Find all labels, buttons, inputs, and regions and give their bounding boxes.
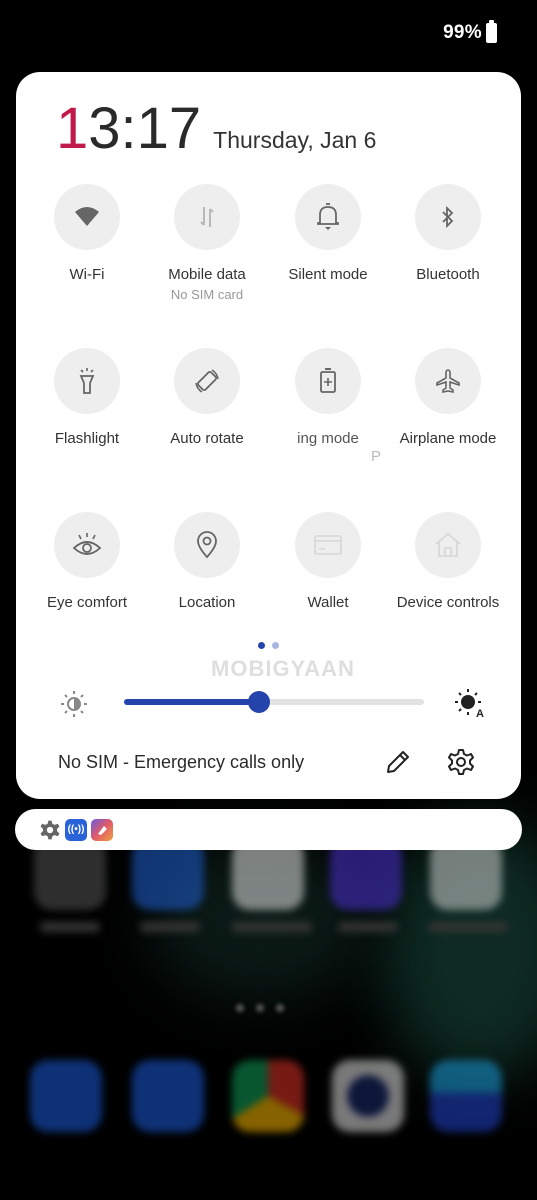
brightness-row: A	[16, 684, 521, 720]
tile-label: Device controls	[396, 594, 500, 611]
tile-wifi-button[interactable]	[54, 184, 120, 250]
home-icon	[435, 532, 461, 557]
dock-chrome	[232, 1060, 304, 1132]
tile-label: Mobile data	[168, 266, 246, 283]
sim-status: No SIM - Emergency calls only	[58, 752, 305, 772]
brightness-slider[interactable]	[124, 691, 424, 713]
tile-wifi[interactable]: Wi-Fi	[27, 184, 147, 283]
brightness-slider-thumb[interactable]	[248, 691, 270, 713]
watermark: MOBIGYAAN	[211, 656, 355, 681]
clock[interactable]: 13:17	[56, 100, 201, 158]
tile-device-controls[interactable]: Device controls	[388, 512, 508, 611]
date[interactable]: Thursday, Jan 6	[213, 127, 376, 154]
tile-label: Silent mode	[288, 266, 368, 283]
tile-wallet[interactable]: Wallet	[268, 512, 388, 611]
flashlight-icon	[79, 368, 95, 394]
tile-label: Flashlight	[54, 430, 120, 447]
location-pin-icon	[197, 531, 217, 559]
wifi-icon	[75, 207, 99, 226]
tile-silent-mode[interactable]: Silent mode	[268, 184, 388, 283]
battery-saver-icon	[320, 368, 336, 393]
tile-sublabel: No SIM card	[170, 287, 244, 302]
dock-phone	[30, 1060, 102, 1132]
settings-button[interactable]	[445, 746, 477, 778]
tile-auto-rotate[interactable]: Auto rotate	[147, 348, 267, 447]
home-page-dots	[236, 1004, 284, 1012]
tile-overflow-text: P	[371, 448, 382, 465]
tile-battery-saving-mode[interactable]: ing mode	[268, 348, 388, 447]
footer-row: No SIM - Emergency calls only	[16, 742, 521, 782]
tile-silent-mode-button[interactable]	[295, 184, 361, 250]
airplane-icon	[436, 369, 460, 393]
mobile-data-icon	[200, 207, 214, 227]
tile-label: Eye comfort	[46, 594, 128, 611]
pencil-icon	[387, 751, 409, 773]
notification-icons-bar[interactable]: ((•))	[15, 809, 522, 850]
dock-camera	[332, 1060, 404, 1132]
quick-settings-panel: 13:17 Thursday, Jan 6 Wi-Fi Mobile data …	[16, 72, 521, 799]
tile-label: Airplane mode	[399, 430, 497, 447]
tile-eye-comfort-button[interactable]	[54, 512, 120, 578]
tile-battery-saver-button[interactable]	[295, 348, 361, 414]
page-dot-active[interactable]	[258, 642, 265, 649]
battery-full-icon	[486, 20, 497, 43]
clock-date-row: 13:17 Thursday, Jan 6	[56, 100, 376, 158]
auto-rotate-icon	[195, 369, 219, 393]
tile-label: Auto rotate	[170, 430, 244, 447]
tile-auto-rotate-button[interactable]	[174, 348, 240, 414]
tile-label: Location	[178, 594, 236, 611]
tile-mobile-data-button[interactable]	[174, 184, 240, 250]
tile-airplane-mode[interactable]: Airplane mode	[388, 348, 508, 447]
tile-label: Wallet	[307, 594, 349, 611]
status-bar: 99%	[443, 20, 497, 44]
tile-location-button[interactable]	[174, 512, 240, 578]
dock-gallery	[430, 1060, 502, 1132]
tile-bluetooth-button[interactable]	[415, 184, 481, 250]
svg-text:A: A	[476, 708, 484, 718]
dock-messages	[132, 1060, 204, 1132]
tile-eye-comfort[interactable]: Eye comfort	[27, 512, 147, 611]
brightness-slider-fill	[124, 699, 259, 705]
tile-mobile-data[interactable]: Mobile data No SIM card	[147, 184, 267, 302]
app-icon	[91, 818, 113, 841]
tile-label: Bluetooth	[416, 266, 480, 283]
page-dot-inactive[interactable]	[272, 642, 279, 649]
brightness-auto-icon[interactable]: A	[454, 688, 486, 718]
gear-icon	[448, 749, 474, 775]
tile-flashlight[interactable]: Flashlight	[27, 348, 147, 447]
tile-airplane-mode-button[interactable]	[415, 348, 481, 414]
tile-wallet-button[interactable]	[295, 512, 361, 578]
edit-tiles-button[interactable]	[382, 746, 414, 778]
tile-flashlight-button[interactable]	[54, 348, 120, 414]
eye-icon	[72, 533, 102, 555]
wallet-icon	[314, 535, 342, 555]
tile-label: ing mode	[297, 430, 359, 447]
bell-icon	[317, 203, 339, 230]
gear-icon	[40, 820, 60, 839]
battery-percent: 99%	[443, 22, 482, 43]
tile-location[interactable]: Location	[147, 512, 267, 611]
hotspot-icon: ((•))	[65, 818, 87, 841]
page-indicator	[258, 642, 279, 649]
tile-device-controls-button[interactable]	[415, 512, 481, 578]
tile-bluetooth[interactable]: Bluetooth	[388, 184, 508, 283]
tile-label: Wi-Fi	[69, 266, 105, 283]
bluetooth-icon	[442, 205, 454, 229]
brightness-low-icon	[61, 691, 87, 717]
